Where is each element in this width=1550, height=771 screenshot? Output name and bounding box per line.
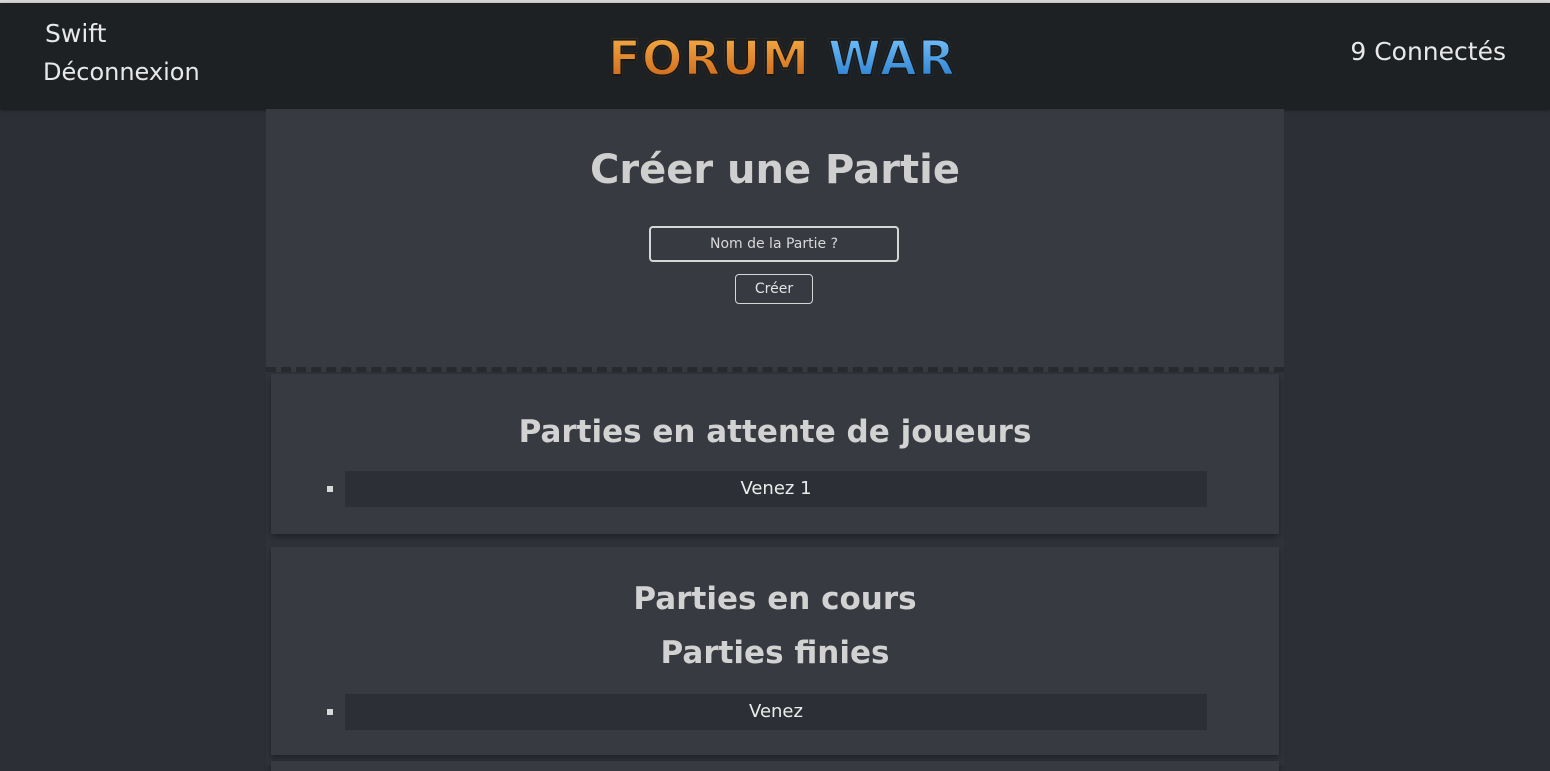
- finished-games-title: Parties finies: [660, 635, 890, 671]
- bullet-icon: [327, 709, 333, 715]
- active-games-title: Parties en cours: [633, 581, 917, 617]
- game-entry[interactable]: Venez 1: [345, 471, 1207, 507]
- top-bar: Swift Déconnexion FORUM WAR 9 Connectés: [0, 3, 1550, 109]
- main-content: Créer une Partie Créer Parties en attent…: [266, 109, 1284, 771]
- create-game-title: Créer une Partie: [590, 147, 960, 193]
- logo-word-war: WAR: [827, 30, 956, 88]
- waiting-games-panel: Parties en attente de joueurs Venez 1: [271, 374, 1279, 534]
- forum-war-logo[interactable]: FORUM WAR: [607, 30, 956, 88]
- games-status-panel: Parties en cours Parties finies Venez: [271, 547, 1279, 755]
- create-game-panel: Créer une Partie Créer: [266, 109, 1284, 372]
- create-game-button[interactable]: Créer: [735, 274, 813, 304]
- game-entry[interactable]: Venez: [345, 694, 1207, 730]
- username: Swift: [45, 19, 107, 48]
- bullet-icon: [327, 486, 333, 492]
- online-count: 9 Connectés: [1350, 37, 1506, 66]
- next-panel-edge: [271, 761, 1279, 771]
- game-name-input[interactable]: [649, 226, 899, 262]
- waiting-games-title: Parties en attente de joueurs: [518, 414, 1032, 450]
- logo-word-forum: FORUM: [607, 30, 811, 88]
- logout-link[interactable]: Déconnexion: [43, 58, 200, 86]
